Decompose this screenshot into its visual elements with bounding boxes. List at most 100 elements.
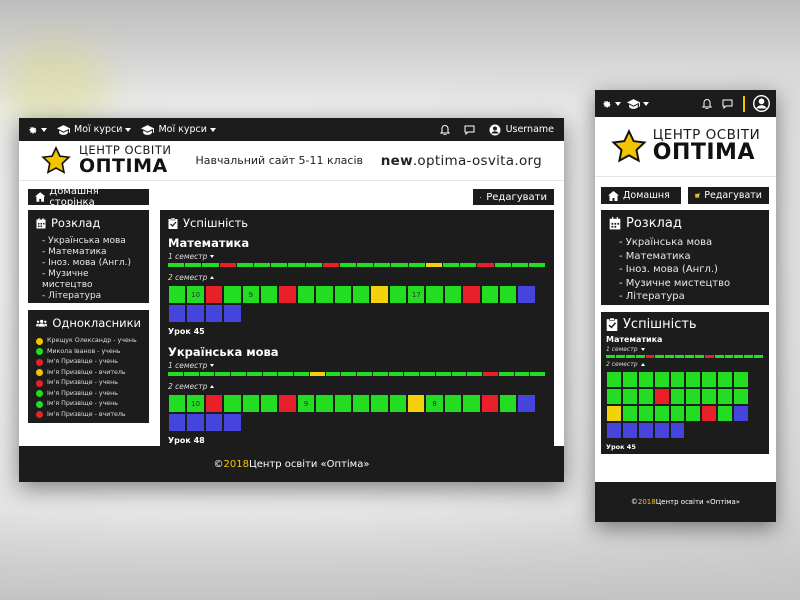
grade-cell[interactable]: 10 (186, 285, 205, 304)
schedule-item[interactable]: - Література (36, 291, 141, 302)
schedule-item[interactable]: - Українська мова (36, 236, 141, 247)
grade-cell[interactable] (685, 371, 702, 388)
grade-cell[interactable] (315, 285, 334, 304)
grade-cell[interactable]: 9 (241, 285, 260, 304)
grade-cell[interactable] (241, 394, 260, 413)
schedule-item[interactable]: - Іноз. мова (Англ.) (609, 263, 761, 277)
schedule-item[interactable]: - Іноз. мова (Англ.) (36, 258, 141, 269)
grade-cell[interactable] (669, 405, 686, 422)
settings-menu[interactable] (601, 98, 621, 109)
grade-cell[interactable] (168, 413, 187, 432)
grade-cell[interactable] (621, 405, 638, 422)
grade-cell[interactable] (733, 371, 750, 388)
schedule-item[interactable]: - Українська мова (609, 236, 761, 250)
grade-cell[interactable] (168, 304, 187, 323)
semester-toggle[interactable]: 2 семестр (168, 382, 546, 391)
grade-cell[interactable] (223, 285, 242, 304)
grade-cell[interactable] (351, 285, 371, 304)
grade-cell[interactable] (606, 388, 622, 405)
semester-toggle[interactable]: 2 семестр (606, 361, 764, 368)
schedule-item[interactable]: - Музичне мистецтво (609, 277, 761, 291)
grade-cell[interactable] (443, 394, 463, 413)
grade-cell[interactable] (517, 285, 536, 304)
grade-cell[interactable] (733, 405, 750, 422)
grade-cell[interactable] (186, 413, 205, 432)
classmate-item[interactable]: Ім'я Призвіще - вчитель (36, 410, 141, 421)
classmate-item[interactable]: Крещук Олександр - учень (36, 336, 141, 347)
classmate-item[interactable]: Ім'я Призвіще - учень (36, 378, 141, 389)
grade-cell[interactable] (669, 388, 686, 405)
grade-cell[interactable] (351, 394, 371, 413)
grade-cell[interactable] (669, 371, 686, 388)
grade-cell[interactable] (653, 422, 670, 439)
grade-cell[interactable] (685, 405, 702, 422)
grade-cell[interactable] (606, 371, 622, 388)
grade-cell[interactable] (701, 388, 718, 405)
grade-cell[interactable] (621, 371, 638, 388)
grade-cell[interactable] (278, 394, 297, 413)
grade-cell[interactable] (480, 394, 500, 413)
grade-cell[interactable] (637, 371, 654, 388)
grade-cell[interactable] (499, 394, 518, 413)
logo[interactable]: ЦЕНТР ОСВІТИ ОПТІМА (611, 128, 760, 165)
my-courses-menu-2[interactable]: Мої курси (141, 124, 216, 135)
grade-cell[interactable]: 17 (407, 285, 426, 304)
grade-cell[interactable] (717, 388, 734, 405)
grade-cell[interactable] (370, 285, 389, 304)
notifications-button[interactable] (439, 124, 450, 135)
semester-toggle[interactable]: 1 семестр (606, 346, 764, 353)
grade-cell[interactable] (296, 285, 316, 304)
grade-cell[interactable] (204, 413, 224, 432)
grade-cell[interactable] (685, 388, 702, 405)
grade-cell[interactable] (425, 285, 444, 304)
grade-cell[interactable]: 8 (425, 394, 444, 413)
grade-cell[interactable] (462, 285, 481, 304)
schedule-item[interactable]: - Математика (609, 250, 761, 264)
grade-cell[interactable] (315, 394, 334, 413)
edit-button[interactable]: Редагувати (688, 187, 769, 204)
grade-cell[interactable] (637, 388, 654, 405)
grade-cell[interactable] (186, 304, 205, 323)
grade-cell[interactable] (462, 394, 481, 413)
grade-cell[interactable] (223, 413, 242, 432)
grade-cell[interactable] (168, 394, 187, 413)
grade-cell[interactable] (733, 388, 750, 405)
grade-cell[interactable] (333, 285, 352, 304)
grade-cell[interactable] (717, 405, 734, 422)
grade-cell[interactable] (669, 422, 686, 439)
grade-cell[interactable] (204, 304, 224, 323)
grade-cell[interactable]: 10 (186, 394, 205, 413)
grade-cell[interactable] (480, 285, 500, 304)
messages-button[interactable] (722, 99, 733, 109)
schedule-item[interactable]: - Математика (36, 247, 141, 258)
grade-cell[interactable] (606, 405, 622, 422)
grade-cell[interactable] (653, 371, 670, 388)
home-button[interactable]: Домашня (601, 187, 681, 204)
settings-menu[interactable] (27, 124, 47, 135)
messages-button[interactable] (464, 125, 475, 135)
grade-cell[interactable] (621, 422, 638, 439)
grade-cell[interactable] (443, 285, 463, 304)
home-page-button[interactable]: Домашня сторінка (28, 186, 149, 208)
grade-cell[interactable] (259, 285, 279, 304)
classmate-item[interactable]: Микола Іванов - учень (36, 347, 141, 358)
grade-cell[interactable] (621, 388, 638, 405)
grade-cell[interactable] (259, 394, 279, 413)
grade-cell[interactable] (407, 394, 426, 413)
classmate-item[interactable]: Ім'я Призвіще - учень (36, 357, 141, 368)
grade-cell[interactable] (517, 394, 536, 413)
grade-cell[interactable] (637, 422, 654, 439)
grade-cell[interactable] (223, 304, 242, 323)
grade-cell[interactable] (388, 394, 408, 413)
schedule-item[interactable]: - Музичне мистецтво (36, 269, 141, 291)
edit-button[interactable]: Редагувати (473, 189, 554, 205)
grade-cell[interactable] (653, 388, 670, 405)
classmate-item[interactable]: Ім'я Призвіще - учень (36, 399, 141, 410)
courses-menu[interactable] (627, 98, 649, 109)
classmate-item[interactable]: Ім'я Призвіще - учень (36, 389, 141, 400)
notifications-button[interactable] (702, 98, 712, 109)
grade-cell[interactable] (637, 405, 654, 422)
grade-cell[interactable] (223, 394, 242, 413)
schedule-item[interactable]: - Література (609, 290, 761, 304)
grade-cell[interactable] (333, 394, 352, 413)
